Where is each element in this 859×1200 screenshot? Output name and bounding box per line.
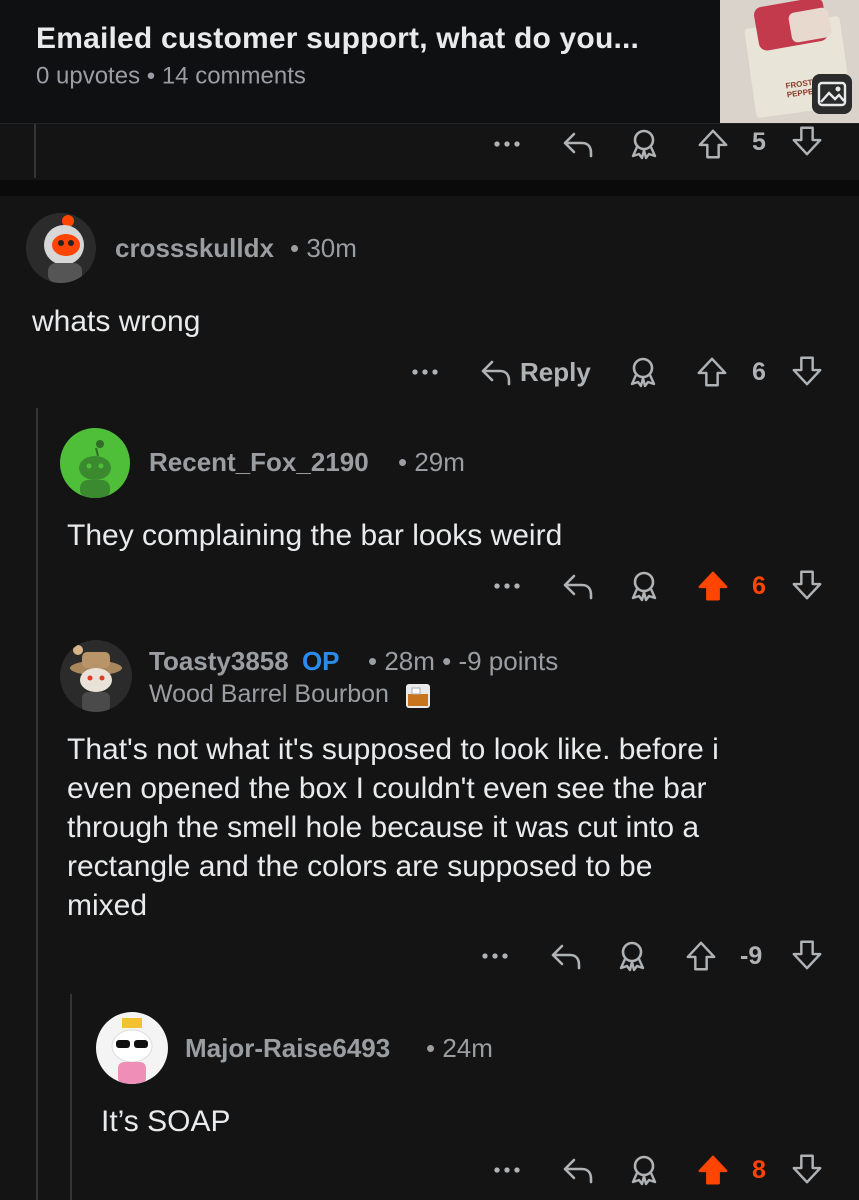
upvote-icon[interactable] <box>695 355 729 389</box>
downvote-icon[interactable] <box>790 354 824 388</box>
comment-age: 30m <box>306 233 357 263</box>
vote-count: 5 <box>752 128 766 156</box>
comment-meta: • 29m <box>398 447 465 477</box>
thread-line[interactable] <box>34 124 36 178</box>
comment-points: -9 points <box>458 646 559 676</box>
comment-body: whats wrong <box>32 305 201 338</box>
upvote-count: 0 upvotes <box>36 62 141 90</box>
comment-username[interactable]: Recent_Fox_2190 <box>149 447 369 478</box>
comment-body: They complaining the bar looks weird <box>67 519 563 552</box>
post-meta: 0 upvotes • 14 comments <box>36 62 306 90</box>
action-bar: Reply <box>410 354 729 390</box>
reply-icon[interactable] <box>560 1152 596 1188</box>
avatar[interactable] <box>26 213 96 283</box>
comment-username: Toasty3858 OP <box>149 646 340 677</box>
reply-button[interactable]: Reply <box>520 357 591 388</box>
avatar[interactable] <box>60 428 130 498</box>
award-icon[interactable] <box>626 568 662 604</box>
reply-icon[interactable] <box>478 354 514 390</box>
more-icon[interactable] <box>410 366 440 378</box>
comment-age: 24m <box>442 1033 493 1063</box>
post-thumbnail[interactable]: FROSTY PEPPERMINT <box>720 0 859 123</box>
image-icon <box>812 74 852 114</box>
upvote-icon-active[interactable] <box>696 569 730 603</box>
upvote-icon-active[interactable] <box>696 1153 730 1187</box>
downvote-icon[interactable] <box>790 124 824 158</box>
flair-text: Wood Barrel Bourbon <box>149 680 389 708</box>
downvote-icon[interactable] <box>790 938 824 972</box>
more-icon[interactable] <box>492 1164 522 1176</box>
thread-line[interactable] <box>70 994 72 1200</box>
downvote-icon[interactable] <box>790 568 824 602</box>
action-bar <box>492 126 730 162</box>
reply-icon[interactable] <box>548 938 584 974</box>
user-flair: Wood Barrel Bourbon <box>149 680 434 710</box>
bourbon-glass-icon <box>405 684 430 709</box>
more-icon[interactable] <box>492 580 522 592</box>
avatar[interactable] <box>60 640 132 712</box>
upvote-icon[interactable] <box>684 939 718 973</box>
comment-count: 14 comments <box>161 62 306 90</box>
vote-count: -9 <box>740 942 763 970</box>
comment-age: 28m <box>384 646 435 676</box>
award-icon[interactable] <box>626 1152 662 1188</box>
comment-meta: • 30m <box>290 233 357 263</box>
award-icon[interactable] <box>626 126 662 162</box>
reply-icon[interactable] <box>560 568 596 604</box>
reply-icon[interactable] <box>560 126 596 162</box>
comment-body-line: That's not what it's supposed to look li… <box>67 733 719 766</box>
comment-username[interactable]: Major-Raise6493 <box>185 1033 390 1064</box>
comment-meta: • 24m <box>426 1033 493 1063</box>
vote-count: 6 <box>752 358 766 386</box>
award-icon[interactable] <box>625 354 661 390</box>
comment-age: 29m <box>414 447 465 477</box>
vote-count: 6 <box>752 572 766 600</box>
username-link[interactable]: Toasty3858 <box>149 646 289 676</box>
post-header[interactable]: Emailed customer support, what do you...… <box>0 0 859 124</box>
award-icon[interactable] <box>614 938 650 974</box>
thread-line[interactable] <box>36 408 38 1200</box>
comment-username[interactable]: crossskulldx <box>115 233 274 264</box>
op-badge: OP <box>301 646 340 676</box>
action-bar <box>480 938 718 974</box>
comment-body: That's not what it's supposed to look li… <box>67 730 719 925</box>
comment-body-line: through the smell hole because it was cu… <box>67 811 700 844</box>
downvote-icon[interactable] <box>790 1152 824 1186</box>
comment-body-line: mixed <box>67 889 148 922</box>
post-title[interactable]: Emailed customer support, what do you... <box>36 22 639 56</box>
avatar[interactable] <box>96 1012 168 1084</box>
comment-body-line: even opened the box I couldn't even see … <box>67 772 707 805</box>
comment-body: It’s SOAP <box>101 1105 231 1138</box>
thread-separator <box>0 180 859 196</box>
vote-count: 8 <box>752 1156 766 1184</box>
more-icon[interactable] <box>480 950 510 962</box>
comment-meta: • 28m • -9 points <box>368 646 559 676</box>
more-icon[interactable] <box>492 138 522 150</box>
upvote-icon[interactable] <box>696 127 730 161</box>
action-bar <box>492 568 730 604</box>
action-bar <box>492 1152 730 1188</box>
comment-body-line: rectangle and the colors are supposed to… <box>67 850 653 883</box>
